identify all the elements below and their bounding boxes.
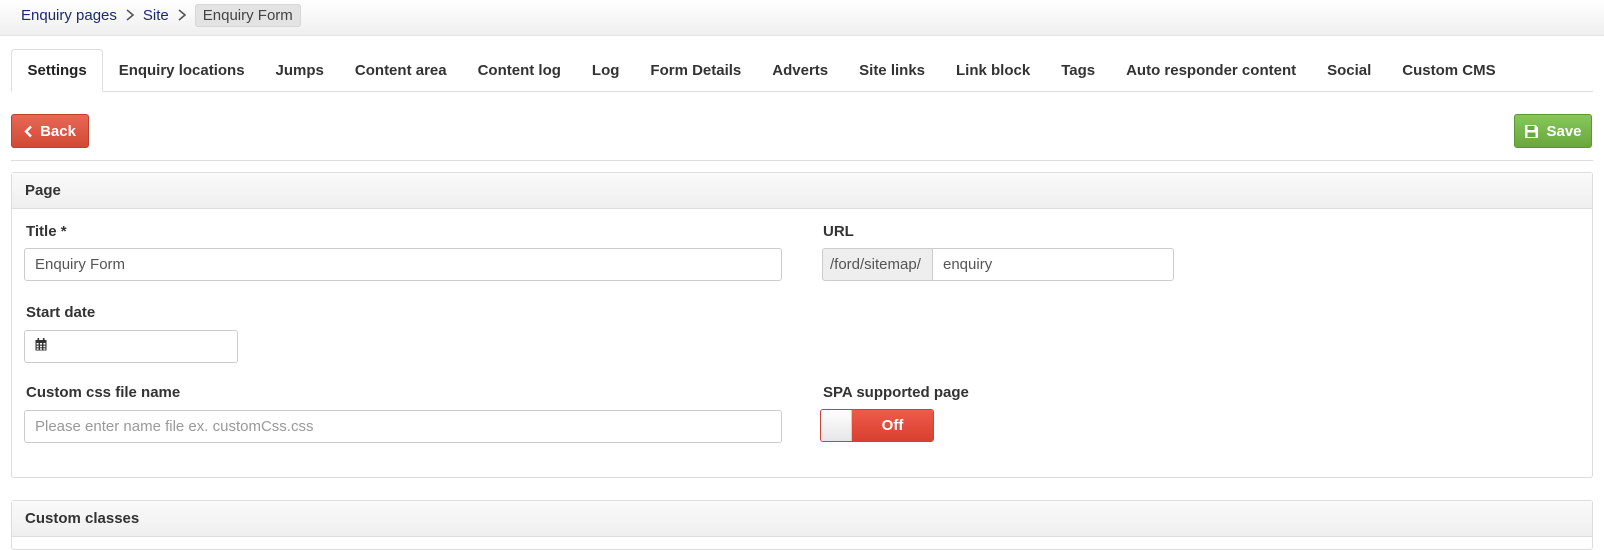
tab-content-area[interactable]: Content area [339,49,462,91]
url-label: URL [823,223,854,240]
chevron-right-icon [117,9,143,21]
tab-link-block[interactable]: Link block [941,49,1046,91]
save-button[interactable]: Save [1514,114,1592,148]
tab-social[interactable]: Social [1312,49,1387,91]
tab-tags[interactable]: Tags [1046,49,1111,91]
tab-custom-cms[interactable]: Custom CMS [1387,49,1511,91]
custom-classes-heading[interactable]: Custom classes [12,501,1592,537]
breadcrumb-link-enquiry-pages[interactable]: Enquiry pages [21,7,117,24]
title-label: Title * [26,223,67,240]
page-panel-heading: Page [12,173,1592,209]
custom-classes-panel: Custom classes [11,500,1593,550]
tab-settings[interactable]: Settings [11,49,104,92]
toggle-handle[interactable] [821,410,852,441]
title-input[interactable]: Enquiry Form [24,248,782,281]
css-file-input[interactable]: Please enter name file ex. customCss.css [24,410,782,443]
tab-content-log[interactable]: Content log [462,49,576,91]
tab-bar: Settings Enquiry locations Jumps Content… [11,49,1593,92]
toggle-state-label: Off [852,410,933,441]
tab-auto-responder-content[interactable]: Auto responder content [1111,49,1312,91]
top-bar: Enquiry pages Site Enquiry Form [0,0,1604,36]
start-date-label: Start date [26,304,96,321]
tab-enquiry-locations[interactable]: Enquiry locations [103,49,260,91]
chevron-left-icon [24,125,33,138]
spa-supported-label: SPA supported page [823,384,969,401]
toolbar-divider [11,160,1593,161]
tab-form-details[interactable]: Form Details [635,49,757,91]
breadcrumb-link-site[interactable]: Site [143,7,169,24]
tab-site-links[interactable]: Site links [844,49,941,91]
url-input[interactable]: enquiry [932,248,1174,281]
url-prefix: /ford/sitemap/ [822,248,933,281]
start-date-input[interactable] [24,330,238,363]
page-panel: Page Title * Enquiry Form URL /ford/site… [11,172,1593,478]
chevron-right-icon [169,9,195,21]
back-button[interactable]: Back [11,114,89,148]
breadcrumb-current: Enquiry Form [194,3,301,27]
save-button-label: Save [1546,122,1582,140]
tab-jumps[interactable]: Jumps [260,49,339,91]
calendar-icon [35,338,47,355]
tab-adverts[interactable]: Adverts [757,49,844,91]
tab-log[interactable]: Log [576,49,635,91]
back-button-label: Back [40,122,76,140]
css-file-label: Custom css file name [26,384,181,401]
floppy-disk-icon [1524,124,1539,139]
spa-supported-toggle[interactable]: Off [820,409,934,442]
breadcrumb: Enquiry pages Site Enquiry Form [21,3,301,27]
